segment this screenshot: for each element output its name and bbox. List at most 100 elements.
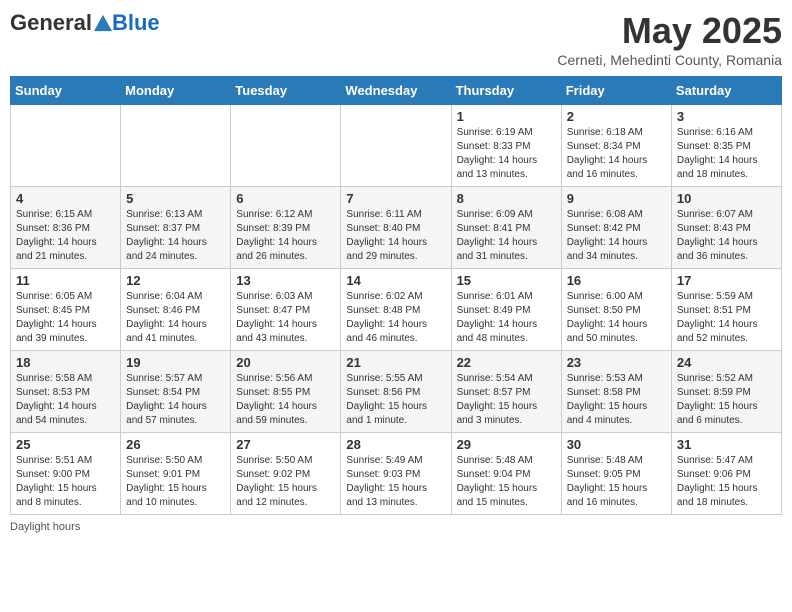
day-info: Sunrise: 6:05 AM Sunset: 8:45 PM Dayligh…: [16, 290, 115, 346]
calendar-cell: 13Sunrise: 6:03 AM Sunset: 8:47 PM Dayli…: [231, 269, 341, 351]
calendar-cell: 24 Sunrise: 5:52 AM Sunset: 8:59 PM Dayli…: [671, 351, 781, 433]
day-number: 30: [567, 437, 666, 452]
day-number: 17: [677, 273, 776, 288]
day-info: Sunrise: 6:19 AM Sunset: 8:33 PM Dayligh…: [457, 126, 556, 182]
day-info: Sunrise: 5:53 AM Sunset: 8:58 PM Dayligh…: [567, 372, 666, 428]
day-number: 5: [126, 191, 225, 206]
calendar-cell: 5 Sunrise: 6:13 AM Sunset: 8:37 PM Daylig…: [121, 187, 231, 269]
calendar-cell: 10Sunrise: 6:07 AM Sunset: 8:43 PM Dayli…: [671, 187, 781, 269]
footer: Daylight hours: [10, 521, 782, 533]
day-number: 23: [567, 355, 666, 370]
day-info: Sunrise: 5:48 AM Sunset: 9:04 PM Dayligh…: [457, 454, 556, 510]
day-info: Sunrise: 6:11 AM Sunset: 8:40 PM Dayligh…: [346, 208, 445, 264]
calendar-cell: 23 Sunrise: 5:53 AM Sunset: 8:58 PM Dayli…: [561, 351, 671, 433]
day-info: Sunrise: 5:55 AM Sunset: 8:56 PM Dayligh…: [346, 372, 445, 428]
day-number: 3: [677, 109, 776, 124]
day-info: Sunrise: 5:50 AM Sunset: 9:01 PM Dayligh…: [126, 454, 225, 510]
calendar-week-2: 11 Sunrise: 6:05 AM Sunset: 8:45 PM Dayli…: [11, 269, 782, 351]
day-info: Sunrise: 6:00 AM Sunset: 8:50 PM Dayligh…: [567, 290, 666, 346]
calendar-cell: 3 Sunrise: 6:16 AM Sunset: 8:35 PM Daylig…: [671, 105, 781, 187]
weekday-header-row: SundayMondayTuesdayWednesdayThursdayFrid…: [11, 77, 782, 105]
day-number: 21: [346, 355, 445, 370]
day-number: 16: [567, 273, 666, 288]
calendar-cell: 17 Sunrise: 5:59 AM Sunset: 8:51 PM Dayli…: [671, 269, 781, 351]
day-number: 9: [567, 191, 666, 206]
day-info: Sunrise: 6:03 AM Sunset: 8:47 PM Dayligh…: [236, 290, 335, 346]
day-number: 12: [126, 273, 225, 288]
weekday-header-thursday: Thursday: [451, 77, 561, 105]
logo-icon: [94, 14, 112, 32]
calendar-week-3: 18 Sunrise: 5:58 AM Sunset: 8:53 PM Dayli…: [11, 351, 782, 433]
calendar-cell: 4Sunrise: 6:15 AM Sunset: 8:36 PM Daylig…: [11, 187, 121, 269]
day-info: Sunrise: 6:09 AM Sunset: 8:41 PM Dayligh…: [457, 208, 556, 264]
calendar-cell: [11, 105, 121, 187]
calendar-cell: 27Sunrise: 5:50 AM Sunset: 9:02 PM Dayli…: [231, 433, 341, 515]
calendar-week-1: 4Sunrise: 6:15 AM Sunset: 8:36 PM Daylig…: [11, 187, 782, 269]
calendar-cell: 31 Sunrise: 5:47 AM Sunset: 9:06 PM Dayli…: [671, 433, 781, 515]
day-number: 20: [236, 355, 335, 370]
day-number: 26: [126, 437, 225, 452]
day-number: 22: [457, 355, 556, 370]
day-number: 15: [457, 273, 556, 288]
calendar-cell: [341, 105, 451, 187]
calendar-cell: 26 Sunrise: 5:50 AM Sunset: 9:01 PM Dayli…: [121, 433, 231, 515]
calendar-cell: 25 Sunrise: 5:51 AM Sunset: 9:00 PM Dayli…: [11, 433, 121, 515]
day-info: Sunrise: 5:59 AM Sunset: 8:51 PM Dayligh…: [677, 290, 776, 346]
calendar-cell: 16 Sunrise: 6:00 AM Sunset: 8:50 PM Dayli…: [561, 269, 671, 351]
day-info: Sunrise: 5:49 AM Sunset: 9:03 PM Dayligh…: [346, 454, 445, 510]
day-info: Sunrise: 6:18 AM Sunset: 8:34 PM Dayligh…: [567, 126, 666, 182]
location-text: Cerneti, Mehedinti County, Romania: [557, 52, 782, 68]
day-number: 14: [346, 273, 445, 288]
calendar-cell: 8Sunrise: 6:09 AM Sunset: 8:41 PM Daylig…: [451, 187, 561, 269]
calendar-cell: [231, 105, 341, 187]
day-number: 25: [16, 437, 115, 452]
day-info: Sunrise: 5:51 AM Sunset: 9:00 PM Dayligh…: [16, 454, 115, 510]
day-number: 11: [16, 273, 115, 288]
calendar-cell: 29Sunrise: 5:48 AM Sunset: 9:04 PM Dayli…: [451, 433, 561, 515]
day-info: Sunrise: 6:13 AM Sunset: 8:37 PM Dayligh…: [126, 208, 225, 264]
calendar-cell: 9 Sunrise: 6:08 AM Sunset: 8:42 PM Daylig…: [561, 187, 671, 269]
calendar-cell: 11 Sunrise: 6:05 AM Sunset: 8:45 PM Dayli…: [11, 269, 121, 351]
day-info: Sunrise: 6:08 AM Sunset: 8:42 PM Dayligh…: [567, 208, 666, 264]
day-info: Sunrise: 5:58 AM Sunset: 8:53 PM Dayligh…: [16, 372, 115, 428]
calendar-cell: 2 Sunrise: 6:18 AM Sunset: 8:34 PM Daylig…: [561, 105, 671, 187]
day-info: Sunrise: 5:50 AM Sunset: 9:02 PM Dayligh…: [236, 454, 335, 510]
day-info: Sunrise: 6:02 AM Sunset: 8:48 PM Dayligh…: [346, 290, 445, 346]
day-info: Sunrise: 5:57 AM Sunset: 8:54 PM Dayligh…: [126, 372, 225, 428]
day-number: 31: [677, 437, 776, 452]
calendar-cell: 7 Sunrise: 6:11 AM Sunset: 8:40 PM Daylig…: [341, 187, 451, 269]
calendar-cell: 20 Sunrise: 5:56 AM Sunset: 8:55 PM Dayli…: [231, 351, 341, 433]
calendar-cell: 12Sunrise: 6:04 AM Sunset: 8:46 PM Dayli…: [121, 269, 231, 351]
calendar-table: SundayMondayTuesdayWednesdayThursdayFrid…: [10, 76, 782, 515]
logo: General Blue: [10, 10, 160, 36]
calendar-cell: 21 Sunrise: 5:55 AM Sunset: 8:56 PM Dayli…: [341, 351, 451, 433]
day-info: Sunrise: 6:16 AM Sunset: 8:35 PM Dayligh…: [677, 126, 776, 182]
calendar-cell: 19 Sunrise: 5:57 AM Sunset: 8:54 PM Dayli…: [121, 351, 231, 433]
weekday-header-wednesday: Wednesday: [341, 77, 451, 105]
weekday-header-friday: Friday: [561, 77, 671, 105]
day-info: Sunrise: 5:56 AM Sunset: 8:55 PM Dayligh…: [236, 372, 335, 428]
month-title: May 2025: [557, 10, 782, 52]
day-number: 10: [677, 191, 776, 206]
day-info: Sunrise: 6:12 AM Sunset: 8:39 PM Dayligh…: [236, 208, 335, 264]
day-info: Sunrise: 5:52 AM Sunset: 8:59 PM Dayligh…: [677, 372, 776, 428]
weekday-header-saturday: Saturday: [671, 77, 781, 105]
day-number: 28: [346, 437, 445, 452]
day-info: Sunrise: 6:15 AM Sunset: 8:36 PM Dayligh…: [16, 208, 115, 264]
day-info: Sunrise: 5:48 AM Sunset: 9:05 PM Dayligh…: [567, 454, 666, 510]
day-number: 2: [567, 109, 666, 124]
day-info: Sunrise: 5:47 AM Sunset: 9:06 PM Dayligh…: [677, 454, 776, 510]
day-info: Sunrise: 5:54 AM Sunset: 8:57 PM Dayligh…: [457, 372, 556, 428]
title-block: May 2025 Cerneti, Mehedinti County, Roma…: [557, 10, 782, 68]
calendar-cell: 22 Sunrise: 5:54 AM Sunset: 8:57 PM Dayli…: [451, 351, 561, 433]
calendar-cell: 28 Sunrise: 5:49 AM Sunset: 9:03 PM Dayli…: [341, 433, 451, 515]
day-number: 19: [126, 355, 225, 370]
page-header: General Blue May 2025 Cerneti, Mehedinti…: [10, 10, 782, 68]
day-number: 18: [16, 355, 115, 370]
day-number: 7: [346, 191, 445, 206]
day-number: 24: [677, 355, 776, 370]
logo-blue-text: Blue: [112, 10, 160, 36]
day-number: 6: [236, 191, 335, 206]
calendar-cell: 14 Sunrise: 6:02 AM Sunset: 8:48 PM Dayli…: [341, 269, 451, 351]
weekday-header-monday: Monday: [121, 77, 231, 105]
